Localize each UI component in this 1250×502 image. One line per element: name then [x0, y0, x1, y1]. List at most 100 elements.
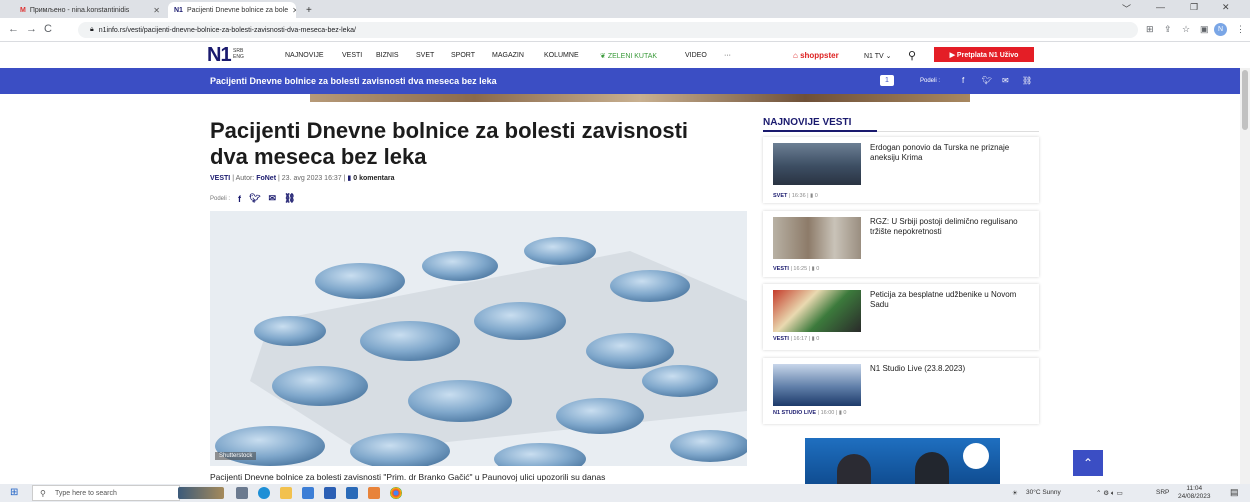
windows-taskbar: ⊞ ⚲ Type here to search ☀ 30°C Sunny ⌃ ⚙…: [0, 484, 1250, 502]
url-input[interactable]: 🔒︎ n1info.rs/vesti/pacijenti-dnevne-boln…: [78, 22, 1138, 38]
n1-promo-banner[interactable]: [805, 438, 1000, 488]
language-indicator[interactable]: SRP: [1156, 489, 1169, 496]
weather-text[interactable]: 30°C Sunny: [1026, 489, 1061, 496]
article-comments-link[interactable]: 0 komentara: [353, 175, 394, 182]
scrollbar-thumb[interactable]: [1242, 70, 1248, 130]
tray-icons[interactable]: ⌃ ⚙ 🔈︎ ▭: [1096, 489, 1123, 498]
email-icon[interactable]: ✉: [268, 193, 276, 204]
translate-icon[interactable]: ⊞: [1146, 24, 1154, 35]
mail-icon[interactable]: [302, 487, 314, 499]
windows-start-icon[interactable]: ⊞: [10, 487, 18, 498]
news-card[interactable]: N1 Studio Live (23.8.2023) N1 STUDIO LIV…: [763, 358, 1039, 424]
news-title[interactable]: N1 Studio Live (23.8.2023): [870, 364, 1035, 374]
author-prefix: | Autor:: [232, 175, 255, 182]
lang-eng[interactable]: ENG: [233, 54, 244, 60]
new-tab-button[interactable]: +: [300, 2, 320, 18]
news-category[interactable]: N1 STUDIO LIVE: [773, 410, 816, 416]
news-card[interactable]: Erdogan ponovio da Turska ne priznaje an…: [763, 137, 1039, 203]
chrome-icon[interactable]: [390, 487, 402, 499]
profile-avatar[interactable]: N: [1214, 23, 1227, 36]
news-category[interactable]: VESTI: [773, 266, 789, 272]
share-icon[interactable]: ⇪: [1164, 24, 1172, 35]
language-switcher[interactable]: SRB ENG: [233, 48, 244, 60]
file-explorer-icon[interactable]: [280, 487, 292, 499]
banner-title: Pacijenti Dnevne bolnice za bolesti zavi…: [210, 76, 497, 86]
comment-icon: ▮: [811, 266, 815, 272]
nav-najnovije[interactable]: NAJNOVIJE: [285, 52, 324, 59]
news-comments: 0: [816, 336, 820, 342]
sidebar-title: NAJNOVIJE VESTI: [763, 117, 852, 128]
nav-video[interactable]: VIDEO: [685, 52, 707, 59]
news-comments: 0: [814, 193, 818, 199]
facebook-icon[interactable]: f: [238, 194, 241, 204]
comment-count-badge[interactable]: 1: [880, 75, 894, 86]
reload-icon[interactable]: C: [44, 23, 52, 35]
leaf-icon: ❦: [600, 53, 608, 60]
taskbar-search-input[interactable]: ⚲ Type here to search: [32, 485, 180, 501]
lock-icon: 🔒︎: [90, 26, 94, 33]
store-icon[interactable]: [346, 487, 358, 499]
n1-logo[interactable]: N1: [207, 45, 232, 65]
close-icon[interactable]: ✕: [292, 6, 296, 15]
pretplata-button[interactable]: ▶ Pretplata N1 Uživo: [934, 47, 1034, 62]
clock[interactable]: 11:04 24/08/2023: [1178, 485, 1211, 501]
menu-kebab-icon[interactable]: ⋮: [1236, 24, 1245, 35]
tab-search-icon[interactable]: ﹀: [1122, 2, 1131, 15]
sidepanel-icon[interactable]: ▣: [1200, 24, 1209, 35]
facebook-icon[interactable]: f: [962, 76, 964, 85]
news-comments: 0: [843, 410, 847, 416]
minimize-icon[interactable]: —: [1156, 2, 1165, 12]
tab-gmail[interactable]: M Примљено - nina.konstantinidis ✕: [14, 2, 166, 18]
tab-n1-article[interactable]: N1 Pacijenti Dnevne bolnice za bole ✕: [168, 2, 296, 18]
news-thumbnail: [773, 364, 861, 406]
page-scrollbar[interactable]: [1240, 68, 1250, 484]
restore-icon[interactable]: ❐: [1190, 2, 1198, 13]
shoppster-link[interactable]: ⌂ shoppster: [793, 51, 839, 60]
notification-icon[interactable]: ▤: [1230, 487, 1239, 498]
news-title[interactable]: RGZ: U Srbiji postoji delimično regulisa…: [870, 217, 1035, 237]
outlook-icon[interactable]: [368, 487, 380, 499]
back-icon[interactable]: ←: [8, 23, 19, 35]
nav-magazin[interactable]: MAGAZIN: [492, 52, 524, 59]
sticky-article-banner: Pacijenti Dnevne bolnice za bolesti zavi…: [0, 68, 1250, 94]
banner-share-label: Podeli :: [920, 78, 941, 84]
news-title[interactable]: Erdogan ponovio da Turska ne priznaje an…: [870, 143, 1035, 163]
news-category[interactable]: SVET: [773, 193, 787, 199]
twitter-icon[interactable]: 🐦︎: [982, 76, 992, 85]
twitter-icon[interactable]: 🐦︎: [249, 193, 260, 204]
bookmark-star-icon[interactable]: ☆: [1182, 24, 1190, 35]
nav-zeleni-kutak-label: ZELENI KUTAK: [607, 53, 658, 60]
edge-icon[interactable]: [258, 487, 270, 499]
news-category[interactable]: VESTI: [773, 336, 789, 342]
close-window-icon[interactable]: ✕: [1222, 2, 1230, 13]
nav-zeleni-kutak[interactable]: ❦ ZELENI KUTAK: [600, 52, 657, 60]
nav-svet[interactable]: SVET: [416, 52, 434, 59]
chevron-down-icon: ⌄: [883, 53, 892, 60]
n1tv-dropdown[interactable]: N1 TV ⌄: [864, 52, 892, 60]
article-photo-pills: [210, 211, 747, 466]
nav-kolumne[interactable]: KOLUMNE: [544, 52, 579, 59]
link-icon[interactable]: ⛓: [284, 193, 295, 204]
link-icon[interactable]: ⛓: [1022, 76, 1032, 85]
close-icon[interactable]: ✕: [153, 6, 160, 15]
nav-biznis[interactable]: BIZNIS: [376, 52, 399, 59]
search-icon[interactable]: ⚲: [908, 49, 916, 62]
article-category[interactable]: VESTI: [210, 175, 230, 182]
article-author[interactable]: FoNet: [256, 175, 276, 182]
task-view-icon[interactable]: [236, 487, 248, 499]
nav-more[interactable]: ···: [724, 52, 731, 59]
email-icon[interactable]: ✉: [1002, 76, 1009, 85]
comment-icon: ▮: [347, 175, 352, 182]
forward-icon[interactable]: →: [26, 23, 37, 35]
news-widget-icon[interactable]: [178, 487, 224, 499]
word-icon[interactable]: [324, 487, 336, 499]
news-card[interactable]: RGZ: U Srbiji postoji delimično regulisa…: [763, 211, 1039, 277]
news-time: | 16:25 |: [790, 266, 811, 272]
site-header: N1 SRB ENG NAJNOVIJE VESTI BIZNIS SVET S…: [0, 42, 1250, 68]
divider-accent: [763, 130, 877, 132]
news-card[interactable]: Peticija za besplatne udžbenike u Novom …: [763, 284, 1039, 350]
news-title[interactable]: Peticija za besplatne udžbenike u Novom …: [870, 290, 1035, 310]
nav-vesti[interactable]: VESTI: [342, 52, 362, 59]
scroll-to-top-button[interactable]: ⌃: [1073, 450, 1103, 476]
nav-sport[interactable]: SPORT: [451, 52, 475, 59]
